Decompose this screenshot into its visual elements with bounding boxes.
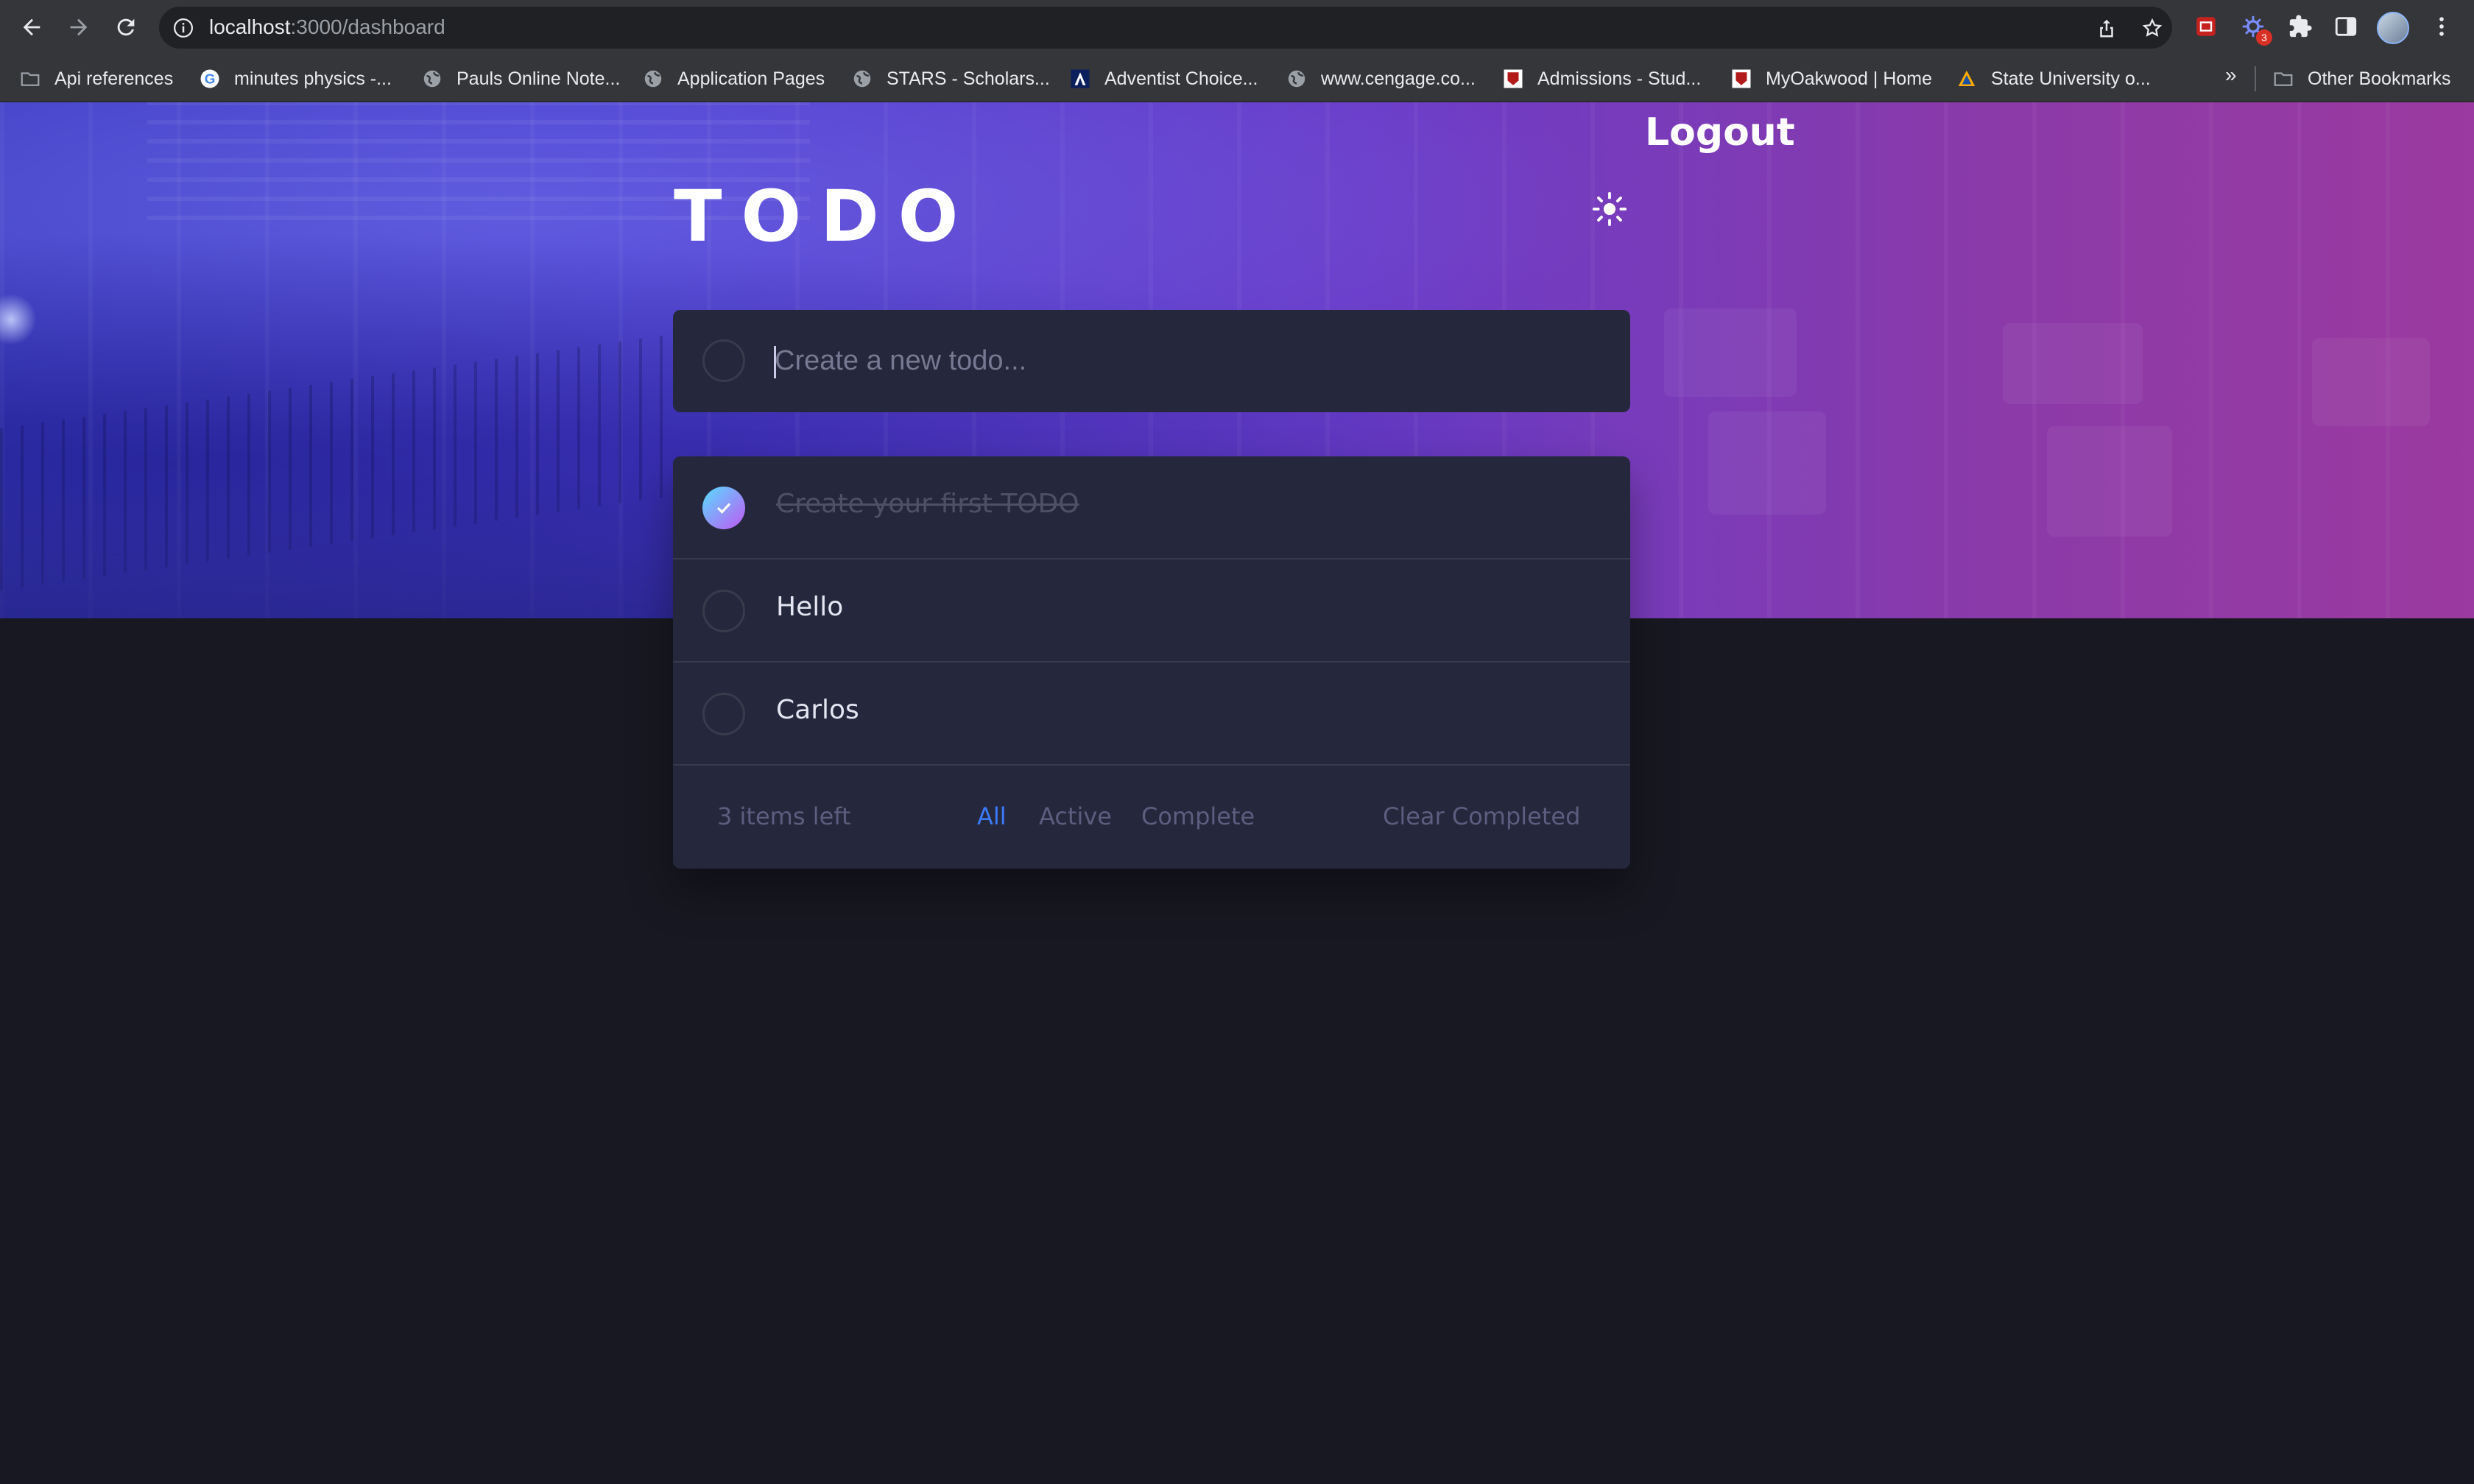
oakwood-icon [1730,68,1752,90]
bookmark-adventist-choice[interactable]: Adventist Choice... [1069,66,1258,92]
more-vert-icon [2439,17,2444,36]
filter-all[interactable]: All [977,802,1007,830]
folder-icon [19,68,41,90]
extension-badge: 3 [2256,29,2272,46]
reload-icon [117,18,135,36]
arrow-left-icon [23,18,40,36]
other-bookmarks[interactable]: Other Bookmarks [2272,66,2451,92]
items-left-count: 3 items left [717,802,851,830]
bookmark-application-pages[interactable]: Application Pages [642,66,825,92]
adventist-icon [1069,68,1091,90]
bookmark-label: Pauls Online Note... [457,68,621,89]
bookmarks-bar: Api references G minutes physics -... Pa… [0,55,2474,102]
globe-icon [642,68,664,90]
bookmark-label: Adventist Choice... [1104,68,1258,89]
forward-button[interactable] [62,10,96,44]
todo-text: Create your first TODO [776,489,1079,519]
todo-text: Carlos [776,695,859,725]
side-panel-button[interactable] [2331,12,2361,41]
google-icon: G [199,68,221,90]
new-todo-card [673,310,1630,412]
logout-button[interactable]: Logout [1645,110,1795,155]
filter-complete[interactable]: Complete [1141,802,1255,830]
info-icon[interactable] [172,17,194,39]
folder-icon [2272,68,2294,90]
reload-button[interactable] [109,10,143,44]
bookmark-api-references[interactable]: Api references [19,66,173,92]
globe-icon [1286,68,1308,90]
back-button[interactable] [15,10,49,44]
todo-text: Hello [776,592,844,622]
extension-with-badge[interactable]: 3 [2238,12,2272,46]
bookmark-label: www.cengage.co... [1321,68,1476,89]
url-path: :3000/dashboard [290,15,445,38]
bookmarks-divider [2255,66,2256,91]
extension-red-icon [2196,17,2216,36]
clear-completed-button[interactable]: Clear Completed [1383,802,1580,830]
text-caret [774,346,776,378]
todo-checkbox[interactable] [702,590,745,632]
bookmark-label: MyOakwood | Home [1766,68,1933,89]
app-title: TODO [674,175,978,258]
oakwood-icon [1502,68,1524,90]
chrome-menu-button[interactable] [2427,12,2456,41]
bookmark-pauls-notes[interactable]: Pauls Online Note... [421,66,620,92]
bookmark-stars[interactable]: STARS - Scholars... [851,66,1050,92]
profile-avatar[interactable] [2377,12,2409,44]
bookmark-label: minutes physics -... [234,68,392,89]
todo-item[interactable]: Hello [673,559,1630,662]
check-icon [716,503,731,514]
bookmark-label: State University o... [1991,68,2151,89]
url-text[interactable]: localhost:3000/dashboard [209,15,445,39]
bookmark-myoakwood[interactable]: MyOakwood | Home [1730,66,1932,92]
filter-active[interactable]: Active [1039,802,1112,830]
bookmark-label: STARS - Scholars... [887,68,1050,89]
svg-text:G: G [205,71,216,86]
star-icon [2142,18,2163,37]
side-panel-icon [2335,17,2357,36]
new-todo-check-circle[interactable] [702,339,745,382]
more-bookmarks-button[interactable]: » [2225,63,2237,87]
globe-icon [851,68,873,90]
bookmark-label: Admissions - Stud... [1537,68,1702,89]
todo-checkbox-checked[interactable] [702,487,745,529]
other-bookmarks-label: Other Bookmarks [2308,68,2451,89]
globe-icon [421,68,443,90]
bookmark-admissions[interactable]: Admissions - Stud... [1502,66,1701,92]
extensions-button[interactable] [2286,12,2315,41]
arrow-right-icon [70,18,88,36]
bookmark-label: Api references [54,68,174,89]
bookmark-cengage[interactable]: www.cengage.co... [1286,66,1476,92]
todo-footer: 3 items left All Active Complete Clear C… [673,766,1630,869]
share-button[interactable] [2094,15,2119,40]
sun-icon [1592,191,1627,227]
todo-item[interactable]: Create your first TODO [673,456,1630,559]
todo-list: Create your first TODO Hello Carlos 3 it… [673,456,1630,869]
puzzle-icon [2289,15,2312,38]
browser-toolbar: localhost:3000/dashboard 3 [0,0,2474,55]
url-host: localhost [209,15,291,38]
extension-oakwood[interactable] [2191,12,2221,41]
share-icon [2100,19,2113,38]
bookmark-label: Application Pages [677,68,825,89]
address-bar[interactable]: localhost:3000/dashboard [159,7,2172,49]
new-todo-input[interactable] [775,336,1585,385]
todo-checkbox[interactable] [702,693,745,735]
bookmark-state-university[interactable]: State University o... [1956,66,2151,92]
state-university-icon [1956,68,1978,90]
theme-toggle-button[interactable] [1589,188,1630,230]
todo-item[interactable]: Carlos [673,662,1630,766]
bookmark-minutes-physics[interactable]: G minutes physics -... [199,66,392,92]
bookmark-star-button[interactable] [2140,15,2165,40]
